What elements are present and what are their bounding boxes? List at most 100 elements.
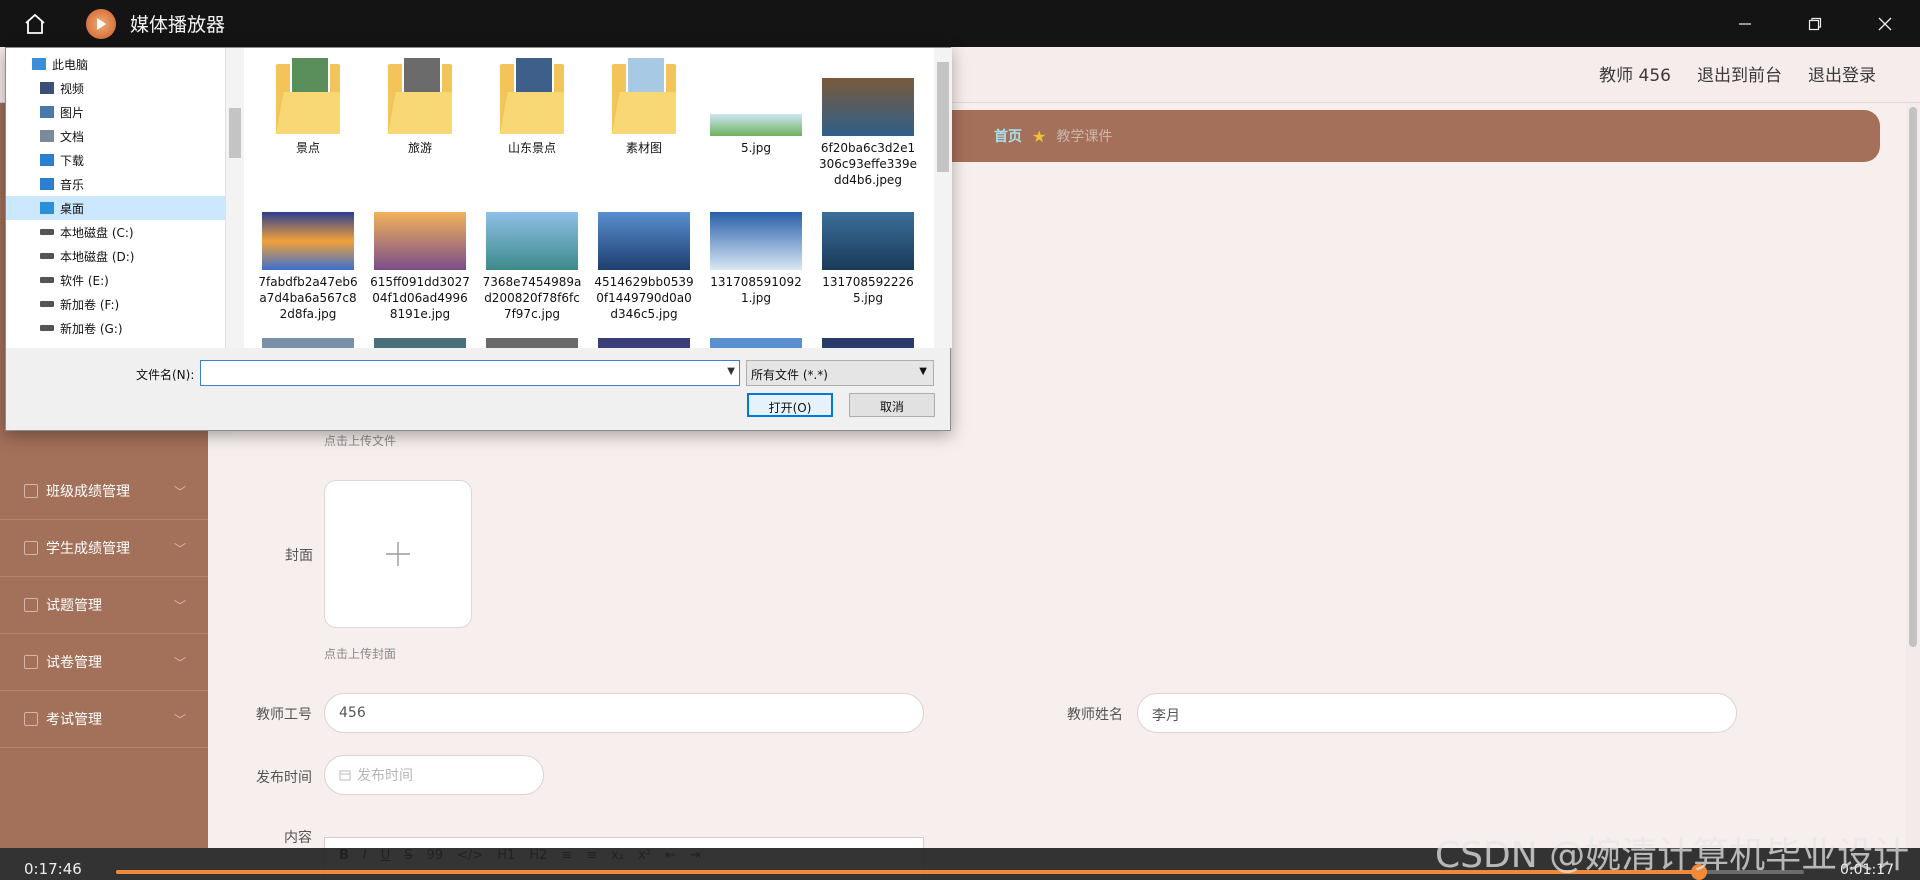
media-player-logo-icon — [86, 8, 116, 39]
image-thumbnail — [262, 212, 354, 270]
cancel-button[interactable]: 取消 — [849, 393, 935, 417]
teacher-id-label: 教师工号 — [256, 707, 312, 723]
chevron-down-icon[interactable]: ▼ — [727, 366, 735, 377]
folder-item[interactable]: 山东景点 — [476, 56, 588, 156]
file-name: 山东景点 — [507, 141, 556, 155]
logout-link[interactable]: 退出登录 — [1808, 61, 1876, 86]
filetype-select[interactable]: 所有文件 (*.*) ▼ — [746, 360, 934, 386]
teacher-name-field[interactable]: 李月 — [1137, 693, 1737, 733]
tree-item[interactable]: 软件 (E:) — [6, 268, 226, 292]
tree-item-label: 软件 (E:) — [60, 273, 109, 288]
chevron-down-icon: ﹀ — [173, 655, 186, 670]
sidebar-item-student-scores[interactable]: 学生成绩管理 ﹀ — [0, 520, 208, 577]
folder-icon — [496, 56, 568, 136]
file-item[interactable]: 7368e7454989ad200820f78f6fc7f97c.jpg — [476, 212, 588, 322]
sidebar-item-label: 试卷管理 — [46, 655, 102, 671]
sidebar-item-questions[interactable]: 试题管理 ﹀ — [0, 577, 208, 634]
open-button[interactable]: 打开(O) — [747, 393, 833, 417]
filename-label: 文件名(N): — [136, 368, 195, 382]
file-item[interactable]: 1317085910921.jpg — [700, 212, 812, 306]
publish-time-field[interactable]: 发布时间 — [324, 755, 544, 795]
publish-time-label: 发布时间 — [256, 770, 312, 786]
folder-item[interactable]: 素材图 — [588, 56, 700, 156]
mic-icon — [24, 541, 38, 555]
computer-icon — [32, 58, 46, 70]
file-open-dialog: 此电脑视频图片 文档 下载音乐桌面本地磁盘 (C:) 本地磁盘 (D:) 软件 (E:)… — [5, 47, 952, 431]
file-list-scrollbar-thumb[interactable] — [937, 62, 949, 172]
header-links: 教师 456 退出到前台 退出登录 — [1599, 61, 1876, 86]
back-to-front-link[interactable]: 退出到前台 — [1697, 61, 1782, 86]
tree-scrollbar[interactable] — [226, 48, 244, 348]
home-icon[interactable] — [0, 0, 70, 47]
tree-item[interactable]: 桌面 — [6, 196, 226, 220]
printer-icon — [24, 655, 38, 669]
drive-icon — [40, 253, 54, 259]
file-name: 素材图 — [625, 141, 662, 155]
page-scrollbar[interactable] — [1906, 103, 1920, 848]
sidebar-item-papers[interactable]: 试卷管理 ﹀ — [0, 634, 208, 691]
tree-item[interactable]: 新加卷 (F:) — [6, 292, 226, 316]
teacher-account-link[interactable]: 教师 456 — [1599, 61, 1671, 86]
tree-item-label: 新加卷 (F:) — [60, 297, 120, 312]
upload-file-hint[interactable]: 点击上传文件 — [324, 432, 396, 449]
teacher-name-label: 教师姓名 — [1067, 707, 1123, 723]
tree-item[interactable]: 此电脑 — [6, 52, 226, 76]
tree-item[interactable]: 本地磁盘 (D:) — [6, 244, 226, 268]
file-list-scrollbar[interactable] — [934, 48, 952, 348]
tree-item-label: 视频 — [60, 81, 85, 96]
cover-label: 封面 — [285, 548, 313, 564]
teacher-id-field[interactable]: 456 — [324, 693, 924, 733]
image-thumbnail — [710, 114, 802, 136]
image-thumbnail — [374, 338, 466, 348]
file-item[interactable]: 1317085922265.jpg — [812, 212, 924, 306]
tree-item[interactable]: 视频 — [6, 76, 226, 100]
file-item[interactable]: 4514629bb05390f1449790d0a0d346c5.jpg — [588, 212, 700, 322]
file-item[interactable]: 6f20ba6c3d2e1306c93effe339edd4b6.jpeg — [812, 56, 924, 188]
tree-scrollbar-thumb[interactable] — [229, 108, 241, 158]
breadcrumb-bar: 首页 ★ 教学课件 — [930, 110, 1880, 162]
tree-item[interactable]: 本地磁盘 (C:) — [6, 220, 226, 244]
tree-item[interactable]: 图片 — [6, 100, 226, 124]
file-item[interactable]: 7fabdfb2a47eb6a7d4ba6a567c82d8fa.jpg — [252, 212, 364, 322]
chevron-down-icon: ﹀ — [173, 541, 186, 556]
drive-icon — [40, 229, 54, 235]
tree-item-label: 此电脑 — [52, 57, 89, 72]
image-thumbnail — [598, 212, 690, 270]
close-icon[interactable] — [1850, 0, 1920, 47]
image-thumbnail — [822, 338, 914, 348]
sidebar-item-label: 考试管理 — [46, 712, 102, 728]
player-title-bar: 媒体播放器 — [0, 0, 1920, 47]
sidebar-item-exams[interactable]: 考试管理 ﹀ — [0, 691, 208, 748]
folder-tree: 此电脑视频图片 文档 下载音乐桌面本地磁盘 (C:) 本地磁盘 (D:) 软件 (E:)… — [6, 48, 226, 348]
sidebar-item-class-scores[interactable]: 班级成绩管理 ﹀ — [0, 463, 208, 520]
tree-item[interactable]: 音乐 — [6, 172, 226, 196]
folder-item[interactable]: 景点 — [252, 56, 364, 156]
file-item[interactable]: 5.jpg — [700, 56, 812, 156]
file-name: 615ff091dd302704f1d06ad49968191e.jpg — [370, 275, 470, 321]
image-thumbnail — [710, 212, 802, 270]
tree-item-label: 音乐 — [60, 177, 85, 192]
tree-item-label: 桌面 — [60, 201, 85, 216]
filename-input[interactable]: ▼ — [200, 360, 740, 386]
briefcase-icon — [24, 598, 38, 612]
tree-item-label: 本地磁盘 (D:) — [60, 249, 135, 264]
file-name: 1317085910921.jpg — [710, 275, 802, 305]
file-item[interactable]: 615ff091dd302704f1d06ad49968191e.jpg — [364, 212, 476, 322]
download-icon — [40, 154, 54, 166]
file-name: 4514629bb05390f1449790d0a0d346c5.jpg — [594, 275, 694, 321]
cover-upload-box[interactable] — [324, 480, 472, 628]
tree-item[interactable]: 文档 — [6, 124, 226, 148]
folder-item[interactable]: 旅游 — [364, 56, 476, 156]
page-scrollbar-thumb[interactable] — [1909, 107, 1917, 647]
publish-time-placeholder: 发布时间 — [357, 768, 413, 784]
chevron-down-icon: ﹀ — [173, 598, 186, 613]
chevron-down-icon: ﹀ — [173, 484, 186, 499]
image-thumbnail — [710, 338, 802, 348]
minimize-icon[interactable] — [1710, 0, 1780, 47]
upload-cover-hint[interactable]: 点击上传封面 — [324, 645, 396, 662]
tree-item-label: 新加卷 (G:) — [60, 321, 123, 336]
breadcrumb-home-link[interactable]: 首页 — [994, 126, 1022, 146]
tree-item[interactable]: 新加卷 (G:) — [6, 316, 226, 340]
tree-item[interactable]: 下载 — [6, 148, 226, 172]
restore-icon[interactable] — [1780, 0, 1850, 47]
